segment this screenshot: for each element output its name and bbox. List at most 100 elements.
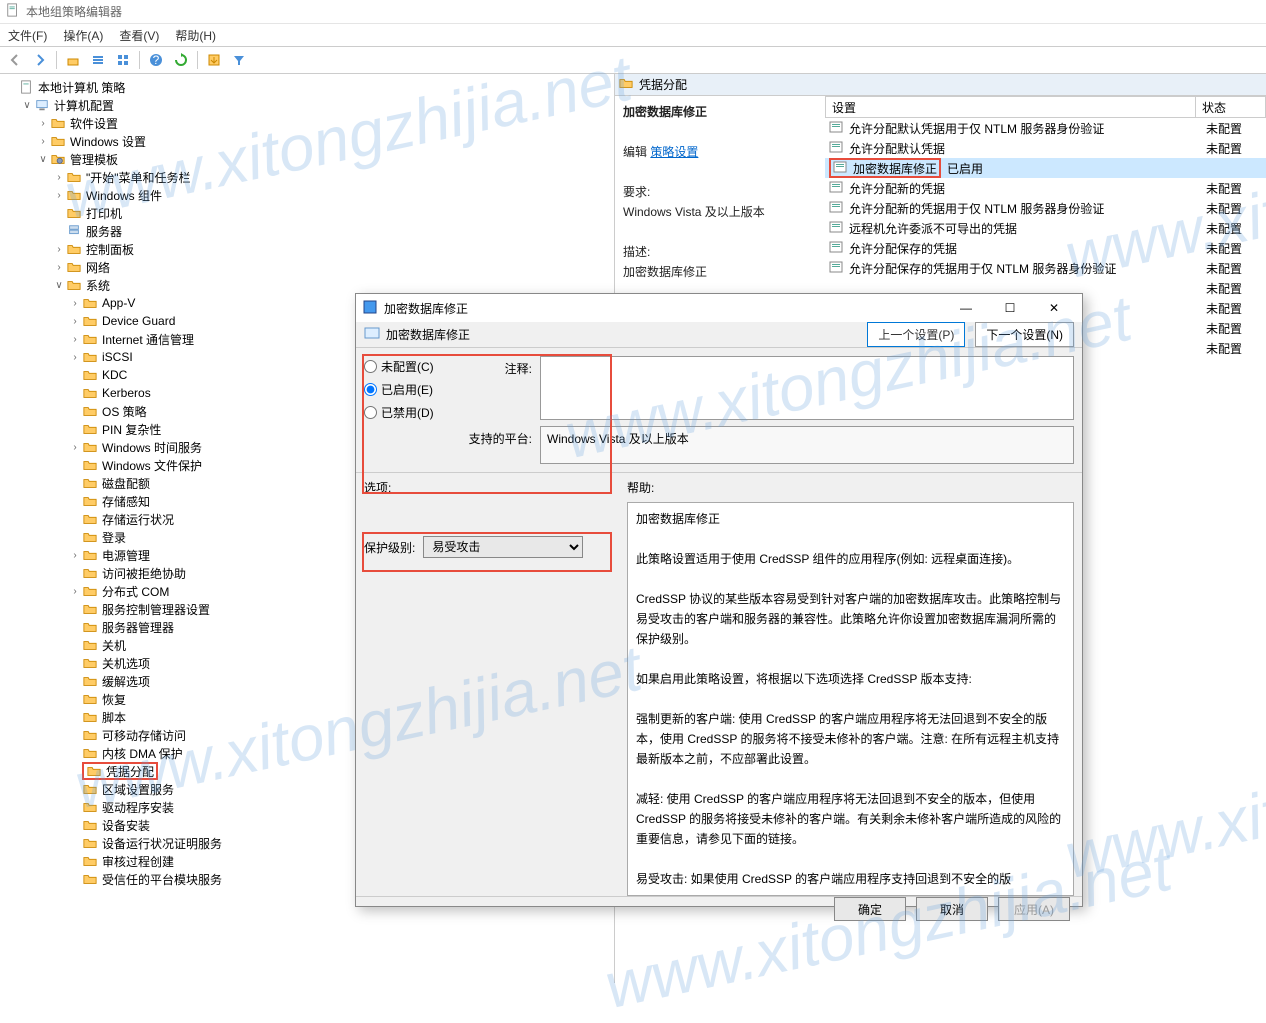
- tree-label: 网络: [86, 259, 110, 276]
- maximize-button[interactable]: ☐: [988, 294, 1032, 322]
- tree-control-panel[interactable]: ›控制面板: [0, 240, 614, 258]
- tree-label: 存储感知: [102, 493, 150, 510]
- setting-state: 未配置: [1206, 240, 1266, 257]
- setting-name: 允许分配保存的凭据用于仅 NTLM 服务器身份验证: [849, 260, 1200, 277]
- dialog-sub-icon: [364, 325, 380, 344]
- tree-label: 服务器: [86, 223, 122, 240]
- next-setting-button[interactable]: 下一个设置(N): [975, 322, 1074, 347]
- tree-servers[interactable]: 服务器: [0, 222, 614, 240]
- cancel-button[interactable]: 取消: [916, 897, 988, 921]
- setting-row[interactable]: 允许分配默认凭据用于仅 NTLM 服务器身份验证未配置: [825, 118, 1266, 138]
- tree-computer-config[interactable]: ∨计算机配置: [0, 96, 614, 114]
- folder-icon: [82, 799, 98, 815]
- tree-windows-settings[interactable]: ›Windows 设置: [0, 132, 614, 150]
- description-label: 描述:: [623, 245, 650, 259]
- dialog-title: 加密数据库修正: [384, 300, 468, 317]
- folder-icon: [66, 241, 82, 257]
- tree-label: 设备运行状况证明服务: [102, 835, 222, 852]
- help-button[interactable]: ?: [145, 49, 167, 71]
- folder-icon: [86, 763, 102, 779]
- menu-view[interactable]: 查看(V): [119, 27, 159, 44]
- setting-state: 未配置: [1206, 320, 1266, 337]
- svg-text:?: ?: [153, 53, 160, 67]
- tree-admin-templates[interactable]: ∨管理模板: [0, 150, 614, 168]
- tree-label: 分布式 COM: [102, 583, 169, 600]
- menu-action[interactable]: 操作(A): [63, 27, 103, 44]
- tree-label: 电源管理: [102, 547, 150, 564]
- folder-icon: [82, 511, 98, 527]
- tree-label: 可移动存储访问: [102, 727, 186, 744]
- setting-icon: [833, 160, 847, 177]
- tree-label: App-V: [102, 296, 135, 310]
- setting-row[interactable]: 加密数据库修正已启用: [825, 158, 1266, 178]
- col-state[interactable]: 状态: [1196, 96, 1266, 118]
- tree-label: 恢复: [102, 691, 126, 708]
- filter-button[interactable]: [228, 49, 250, 71]
- setting-row[interactable]: 允许分配默认凭据未配置: [825, 138, 1266, 158]
- protect-level-label: 保护级别:: [364, 539, 415, 556]
- tree-label: 设备安装: [102, 817, 150, 834]
- tree-software[interactable]: ›软件设置: [0, 114, 614, 132]
- setting-row[interactable]: 允许分配新的凭据用于仅 NTLM 服务器身份验证未配置: [825, 198, 1266, 218]
- edit-policy-link[interactable]: 策略设置: [650, 145, 698, 159]
- folder-icon: [82, 745, 98, 761]
- tree-system[interactable]: ∨系统: [0, 276, 614, 294]
- folder-icon: [82, 295, 98, 311]
- setting-row[interactable]: 允许分配新的凭据未配置: [825, 178, 1266, 198]
- menu-bar: 文件(F) 操作(A) 查看(V) 帮助(H): [0, 24, 1266, 46]
- menu-file[interactable]: 文件(F): [8, 27, 47, 44]
- tree-label: 服务器管理器: [102, 619, 174, 636]
- tree-label: OS 策略: [102, 403, 147, 420]
- tree-printers[interactable]: 打印机: [0, 204, 614, 222]
- tree-windows-components[interactable]: ›Windows 组件: [0, 186, 614, 204]
- detail-header: 凭据分配: [615, 74, 1266, 96]
- up-button[interactable]: [62, 49, 84, 71]
- list-view-button[interactable]: [87, 49, 109, 71]
- close-button[interactable]: ✕: [1032, 294, 1076, 322]
- apply-button[interactable]: 应用(A): [998, 897, 1070, 921]
- comment-input[interactable]: [540, 356, 1074, 420]
- radio-disabled[interactable]: 已禁用(D): [364, 404, 454, 421]
- detail-view-button[interactable]: [112, 49, 134, 71]
- minimize-button[interactable]: —: [944, 294, 988, 322]
- tree-label: 打印机: [86, 205, 122, 222]
- tree-root[interactable]: 本地计算机 策略: [0, 78, 614, 96]
- tree-label: 访问被拒绝协助: [102, 565, 186, 582]
- folder-icon: [82, 871, 98, 887]
- tree-label: 驱动程序安装: [102, 799, 174, 816]
- setting-row[interactable]: 远程机允许委派不可导出的凭据未配置: [825, 218, 1266, 238]
- refresh-button[interactable]: [170, 49, 192, 71]
- folder-icon: [66, 205, 82, 221]
- back-button[interactable]: [4, 49, 26, 71]
- tree-label: 存储运行状况: [102, 511, 174, 528]
- folder-icon: [82, 547, 98, 563]
- tree-start-taskbar[interactable]: ›"开始"菜单和任务栏: [0, 168, 614, 186]
- tree-network[interactable]: ›网络: [0, 258, 614, 276]
- setting-state: 未配置: [1206, 180, 1266, 197]
- protect-level-select[interactable]: 易受攻击: [423, 536, 583, 558]
- tree-label: 控制面板: [86, 241, 134, 258]
- radio-enabled[interactable]: 已启用(E): [364, 381, 454, 398]
- app-icon: [6, 3, 20, 20]
- setting-state: 未配置: [1206, 120, 1266, 137]
- prev-setting-button[interactable]: 上一个设置(P): [867, 322, 965, 347]
- dialog-titlebar[interactable]: 加密数据库修正 — ☐ ✕: [356, 294, 1082, 322]
- tree-label: 本地计算机 策略: [38, 79, 125, 96]
- setting-row[interactable]: 允许分配保存的凭据未配置: [825, 238, 1266, 258]
- export-button[interactable]: [203, 49, 225, 71]
- help-textbox[interactable]: 加密数据库修正 此策略设置适用于使用 CredSSP 组件的应用程序(例如: 远…: [627, 502, 1074, 896]
- setting-row[interactable]: 允许分配保存的凭据用于仅 NTLM 服务器身份验证未配置: [825, 258, 1266, 278]
- setting-name: 允许分配保存的凭据: [849, 240, 1200, 257]
- tree-label: 脚本: [102, 709, 126, 726]
- folder-icon: [82, 673, 98, 689]
- tree-label: Internet 通信管理: [102, 331, 194, 348]
- forward-button[interactable]: [29, 49, 51, 71]
- setting-state: 未配置: [1206, 300, 1266, 317]
- folder-icon: [66, 187, 82, 203]
- radio-not-configured[interactable]: 未配置(C): [364, 358, 454, 375]
- ok-button[interactable]: 确定: [834, 897, 906, 921]
- folder-icon: [66, 169, 82, 185]
- col-setting[interactable]: 设置: [825, 96, 1196, 118]
- menu-help[interactable]: 帮助(H): [175, 27, 216, 44]
- folder-icon: [66, 259, 82, 275]
